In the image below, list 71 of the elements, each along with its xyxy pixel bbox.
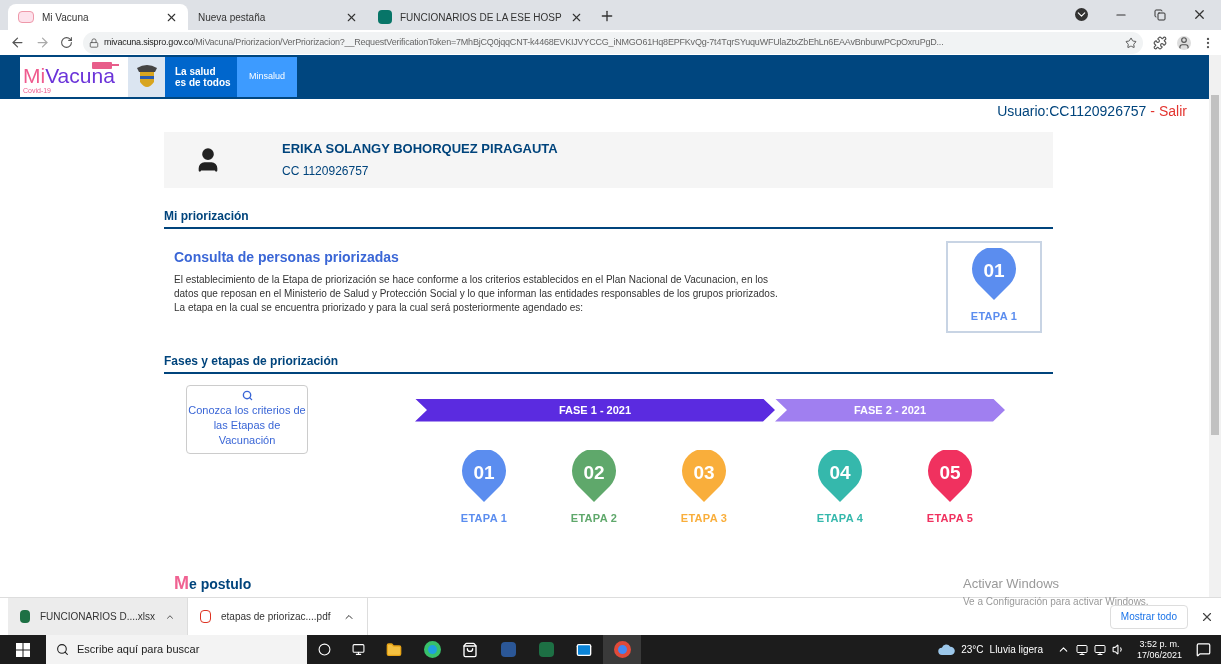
back-icon[interactable] — [10, 35, 25, 50]
browser-icon[interactable] — [423, 641, 441, 658]
stage-label: ETAPA 2 — [570, 510, 618, 526]
file-name: FUNCIONARIOS D....xlsx — [40, 610, 155, 624]
stage-number: 02 — [582, 460, 606, 485]
tab-search-icon[interactable] — [1075, 8, 1088, 21]
separator: - — [1150, 101, 1155, 121]
download-item[interactable]: FUNCIONARIOS D....xlsx — [8, 598, 188, 635]
temperature: 23°C — [961, 643, 984, 657]
clock[interactable]: 3:52 p. m. 17/06/2021 — [1136, 638, 1182, 661]
cortana-icon[interactable] — [317, 643, 331, 656]
lock-icon[interactable] — [89, 37, 99, 48]
activation-title: Activar Windows — [963, 575, 1061, 593]
section-heading: Mi priorización — [164, 206, 1053, 229]
site-favicon-icon — [18, 11, 34, 23]
document-number: CC 1120926757 — [282, 163, 370, 181]
description: El establecimiento de la Etapa de priorización se hace conforme a los criterios establecidos en el Plan Nacional de Vacunacion, en los datos que reposan en el Ministerio de Salud y Protección Social y lo que informan las entidades responsables de los grupos priorizados. La etapa en la cual se encuentra priorizado y para la cual será posteriormente agendado es: — [174, 272, 779, 315]
search-icon — [241, 390, 253, 401]
section-title: Consulta de personas priorizadas — [174, 247, 400, 267]
network-icon[interactable] — [1093, 643, 1106, 656]
file-name: etapas de priorizac....pdf — [221, 610, 332, 624]
weather-text: Lluvia ligera — [989, 643, 1043, 657]
cloud-icon — [938, 644, 956, 655]
stage-number: 05 — [938, 460, 962, 485]
profile-icon[interactable] — [1177, 35, 1191, 50]
logout-link[interactable]: Salir — [1159, 100, 1187, 122]
search-icon — [56, 643, 69, 656]
phase-banner: FASE 2 - 2021 — [775, 398, 1005, 422]
stage-number: 04 — [828, 460, 852, 485]
stage-label: ETAPA 3 — [680, 510, 728, 526]
person-name: ERIKA SOLANGY BOHORQUEZ PIRAGAUTA — [282, 139, 558, 158]
stage-number: 03 — [692, 460, 716, 485]
phase-banner: FASE 1 - 2021 — [415, 398, 775, 422]
scrollbar[interactable] — [1209, 55, 1221, 597]
folder-icon[interactable] — [386, 641, 402, 658]
task-view-icon[interactable] — [351, 643, 365, 656]
tab-title: FUNCIONARIOS DE LA ESE HOSP — [400, 10, 562, 25]
close-icon[interactable] — [1192, 7, 1207, 22]
tab-title: Nueva pestaña — [198, 10, 267, 25]
show-all-button[interactable]: Mostrar todo — [1109, 604, 1188, 629]
bookmark-star-icon[interactable] — [1125, 36, 1137, 49]
browser-tab[interactable]: Mi Vacuna — [8, 4, 188, 30]
criteria-link[interactable]: Conozca los criterios de las Etapas de Vacunación — [186, 384, 308, 454]
user-id: Usuario:CC1120926757 — [997, 101, 1147, 121]
forms-favicon-icon — [378, 10, 392, 24]
notifications-icon[interactable] — [1196, 642, 1211, 657]
section-heading: Fases y etapas de priorización — [164, 351, 1053, 374]
restore-icon[interactable] — [1154, 8, 1166, 21]
spreadsheet-icon — [20, 610, 30, 623]
stage-number: 01 — [472, 460, 496, 485]
start-icon[interactable] — [16, 642, 30, 657]
stage-label: ETAPA 1 — [970, 309, 1018, 325]
volume-icon[interactable] — [1111, 643, 1125, 656]
slogan: La salud es de todos — [165, 56, 237, 97]
browser-tab[interactable]: Nueva pestaña — [188, 4, 368, 30]
search-field[interactable]: Escribe aquí para buscar — [46, 635, 307, 664]
pdf-icon — [200, 610, 211, 623]
stage-number: 01 — [982, 259, 1006, 284]
excel-icon[interactable] — [538, 642, 554, 657]
address-field[interactable]: mivacuna.sispro.gov.co/MiVacuna/Priorizacion/VerPriorizacion?__RequestVerificationToken=7MhBjCQ0jqqCNT-k4468EVKIJVYCCG_iNMGO61Hq8EPFKvQg-7t4TqrSYuquWFUlaZtxZbEhLn6EAAvBnburwPCpOxruPgD... — [83, 31, 1143, 54]
stage-label: ETAPA 5 — [926, 510, 974, 526]
chrome-icon[interactable] — [613, 641, 631, 658]
section-heading: Me postulo — [174, 572, 252, 595]
store-icon[interactable] — [462, 641, 478, 658]
tab-title: Mi Vacuna — [42, 10, 90, 25]
browser-tab[interactable]: FUNCIONARIOS DE LA ESE HOSP — [368, 4, 593, 30]
stage-label: ETAPA 1 — [460, 510, 508, 526]
extensions-icon[interactable] — [1153, 35, 1167, 50]
device-icon[interactable] — [1075, 643, 1088, 656]
stage-label: ETAPA 4 — [816, 510, 864, 526]
reload-icon[interactable] — [60, 36, 73, 49]
